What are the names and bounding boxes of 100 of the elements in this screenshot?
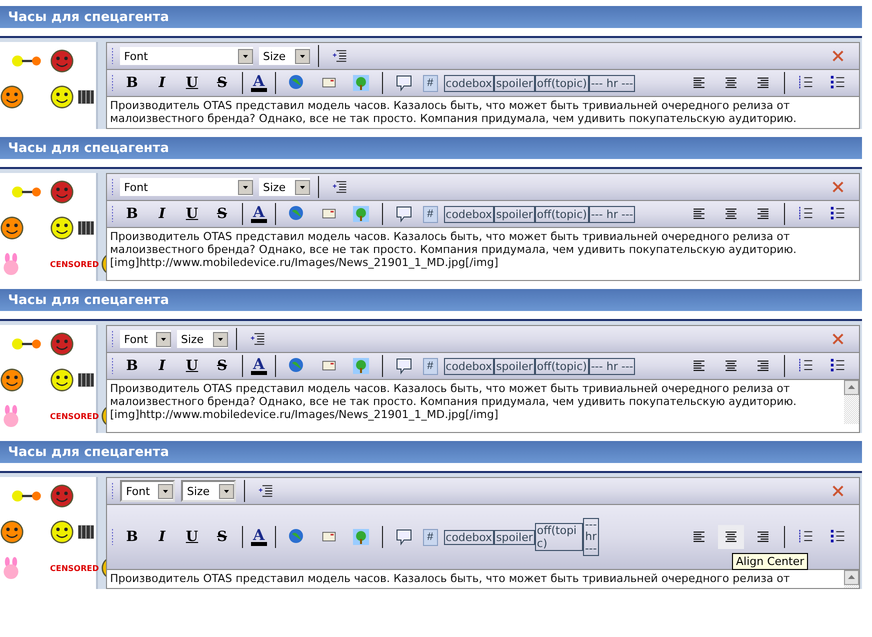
tag-button[interactable]: codebox xyxy=(444,74,494,92)
tag-button[interactable]: off(topic) xyxy=(534,523,583,551)
hash-button[interactable]: # xyxy=(422,358,438,374)
tag-button[interactable]: spoiler xyxy=(494,74,535,92)
font-color-button[interactable]: A xyxy=(251,74,267,92)
font-select[interactable]: Font xyxy=(120,178,253,196)
format-button[interactable]: U xyxy=(180,355,204,377)
grip-icon[interactable] xyxy=(111,331,114,347)
hash-button[interactable]: # xyxy=(422,206,438,222)
tag-button[interactable]: --- hr --- xyxy=(588,74,636,92)
format-button[interactable]: S xyxy=(210,526,234,548)
grip-icon[interactable] xyxy=(111,206,114,222)
text-line: Производитель OTAS представил модель часов. Казалось быть, что может быть тривиальней очередного релиза от xyxy=(110,382,791,395)
text-line: Производитель OTAS представил модель часов. Казалось быть, что может быть тривиальней очередного релиза от xyxy=(110,230,791,243)
censored-label: CENSORED xyxy=(50,412,99,420)
bullet-list-icon xyxy=(830,358,846,374)
scroll-up-icon[interactable] xyxy=(844,570,859,585)
speech-bubble-icon xyxy=(394,357,413,375)
font-select[interactable]: Font xyxy=(120,480,175,502)
align-right-icon xyxy=(755,359,771,373)
angry-face-icon xyxy=(50,180,74,204)
globe-icon xyxy=(288,357,306,375)
panel-title: Часы для спецагента xyxy=(8,10,169,24)
format-button[interactable]: I xyxy=(150,526,174,548)
align-center-icon xyxy=(723,76,739,90)
tag-button[interactable]: off(topic) xyxy=(534,74,589,92)
align-center-icon xyxy=(723,530,739,544)
format-button[interactable]: I xyxy=(150,203,174,225)
tag-button[interactable]: codebox xyxy=(444,206,494,222)
format-button[interactable]: B xyxy=(120,526,144,548)
bullet-list-icon xyxy=(830,206,846,222)
tag-button[interactable]: off(topic) xyxy=(534,358,589,374)
grip-icon[interactable] xyxy=(111,75,114,91)
tree-picture-icon xyxy=(352,74,370,92)
tag-button[interactable]: off(topic) xyxy=(534,206,589,222)
font-select[interactable]: Font xyxy=(120,47,253,65)
format-button[interactable]: U xyxy=(180,72,204,94)
format-button[interactable]: B xyxy=(120,203,144,225)
indent-icon xyxy=(332,48,348,64)
laughing-face-icon xyxy=(50,520,74,544)
tag-button[interactable]: --- hr --- xyxy=(582,518,599,556)
tag-button[interactable]: spoiler xyxy=(494,206,535,222)
hash-button[interactable]: # xyxy=(422,528,438,546)
size-select[interactable]: Size xyxy=(259,178,310,196)
tag-button[interactable]: spoiler xyxy=(494,358,535,374)
tree-picture-icon xyxy=(352,205,370,223)
align-right-icon xyxy=(755,76,771,90)
tag-button[interactable]: codebox xyxy=(444,358,494,374)
grip-icon[interactable] xyxy=(111,483,114,499)
font-color-button[interactable]: A xyxy=(251,205,267,223)
align-button[interactable] xyxy=(718,525,744,549)
tag-button[interactable]: --- hr --- xyxy=(588,358,636,374)
panel-title: Часы для спецагента xyxy=(8,444,169,460)
tag-button[interactable]: spoiler xyxy=(494,530,535,544)
grip-icon[interactable] xyxy=(111,48,114,64)
numbered-list-icon xyxy=(798,206,814,222)
font-color-button[interactable]: A xyxy=(251,357,267,375)
align-right-icon xyxy=(755,207,771,221)
speech-bubble-icon xyxy=(394,74,413,92)
scrollbar[interactable] xyxy=(844,380,859,424)
format-button[interactable]: U xyxy=(180,203,204,225)
grip-icon[interactable] xyxy=(111,529,114,545)
scrollbar[interactable] xyxy=(844,570,859,588)
text-line: Производитель OTAS представил модель часов. Казалось быть, что может быть тривиальней очередного релиза от xyxy=(110,99,791,112)
scroll-up-icon[interactable] xyxy=(844,380,859,395)
censored-label: CENSORED xyxy=(50,564,99,572)
close-icon xyxy=(832,485,844,497)
grin-face-icon xyxy=(0,520,24,544)
grin-face-icon xyxy=(0,368,24,392)
numbered-list-icon xyxy=(798,529,814,545)
indent-icon xyxy=(332,179,348,195)
close-icon xyxy=(832,333,844,345)
format-button[interactable]: I xyxy=(150,72,174,94)
hash-button[interactable]: # xyxy=(422,74,438,92)
format-button[interactable]: B xyxy=(120,72,144,94)
censored-label: CENSORED xyxy=(50,260,99,268)
tag-button[interactable]: --- hr --- xyxy=(588,206,636,222)
align-left-icon xyxy=(691,207,707,221)
format-button[interactable]: S xyxy=(210,72,234,94)
close-icon xyxy=(832,50,844,62)
tree-picture-icon xyxy=(352,357,370,375)
size-select[interactable]: Size xyxy=(259,47,310,65)
size-select[interactable]: Size xyxy=(181,480,236,502)
format-button[interactable]: I xyxy=(150,355,174,377)
grip-icon[interactable] xyxy=(111,358,114,374)
grip-icon[interactable] xyxy=(111,179,114,195)
close-icon xyxy=(832,181,844,193)
angry-face-icon xyxy=(50,332,74,356)
format-button[interactable]: S xyxy=(210,203,234,225)
format-button[interactable]: S xyxy=(210,355,234,377)
indent-icon xyxy=(258,483,274,499)
grin-face-icon xyxy=(0,216,24,240)
angry-face-icon xyxy=(50,484,74,508)
format-button[interactable]: B xyxy=(120,355,144,377)
size-select[interactable]: Size xyxy=(177,330,228,348)
font-color-button[interactable]: A xyxy=(251,528,267,546)
format-button[interactable]: U xyxy=(180,526,204,548)
align-left-icon xyxy=(691,76,707,90)
tag-button[interactable]: codebox xyxy=(444,530,494,544)
font-select[interactable]: Font xyxy=(120,330,171,348)
